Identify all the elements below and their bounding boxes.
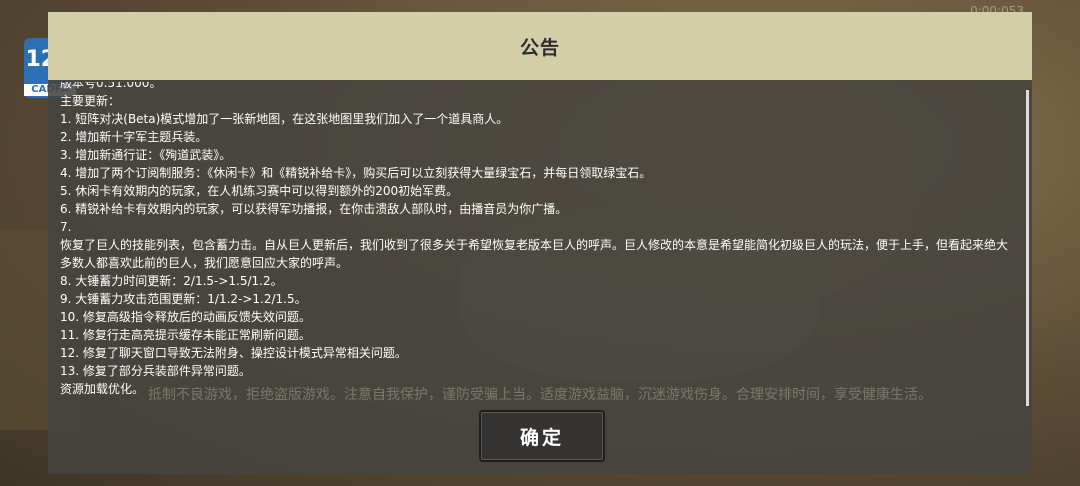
announcement-line: 13. 修复了部分兵装部件异常问题。 bbox=[60, 364, 251, 378]
confirm-button[interactable]: 确定 bbox=[479, 410, 605, 462]
announcement-content[interactable]: 版本号0.51.000。 主要更新： 1. 短阵对决(Beta)模式增加了一张新… bbox=[60, 82, 1018, 400]
announcement-line: 主要更新： bbox=[60, 94, 121, 108]
dialog-header: 公告 bbox=[48, 12, 1032, 80]
announcement-line: 5. 休闲卡有效期内的玩家，在人机练习赛中可以得到额外的200初始军费。 bbox=[60, 184, 459, 198]
announcement-line: 10. 修复高级指令释放后的动画反馈失效问题。 bbox=[60, 310, 311, 324]
dialog-title: 公告 bbox=[519, 36, 560, 59]
scrollbar-thumb[interactable] bbox=[1026, 90, 1029, 406]
health-notice-text: 抵制不良游戏，拒绝盗版游戏。注意自我保护，谨防受骗上当。适度游戏益脑，沉迷游戏伤… bbox=[148, 387, 932, 403]
announcement-dialog: 公告 版本号0.51.000。 主要更新： 1. 短阵对决(Beta)模式增加了… bbox=[48, 12, 1032, 474]
announcement-line: 1. 短阵对决(Beta)模式增加了一张新地图，在这张地图里我们加入了一个道具商… bbox=[60, 112, 509, 126]
announcement-line: 版本号0.51.000。 bbox=[60, 82, 162, 90]
announcement-line: 11. 修复行走高亮提示缓存未能正常刷新问题。 bbox=[60, 328, 311, 342]
announcement-line: 3. 增加新通行证：《殉道武装》。 bbox=[60, 148, 232, 162]
announcement-line: 4. 增加了两个订阅制服务：《休闲卡》和《精锐补给卡》，购买后可以立刻获得大量绿… bbox=[60, 166, 652, 180]
announcement-line: 6. 精锐补给卡有效期内的玩家，可以获得军功播报，在你击溃敌人部队时，由播音员为… bbox=[60, 202, 568, 216]
announcement-line: 恢复了巨人的技能列表，包含蓄力击。自从巨人更新后，我们收到了很多关于希望恢复老版… bbox=[60, 238, 1009, 270]
announcement-line: 12. 修复了聊天窗口导致无法附身、操控设计模式异常相关问题。 bbox=[60, 346, 407, 360]
announcement-line: 8. 大锤蓄力时间更新：2/1.5->1.5/1.2。 bbox=[60, 274, 283, 288]
announcement-line: 9. 大锤蓄力攻击范围更新：1/1.2->1.2/1.5。 bbox=[60, 292, 307, 306]
content-scrollbar[interactable] bbox=[1026, 90, 1029, 406]
announcement-line: 2. 增加新十字军主题兵装。 bbox=[60, 130, 208, 144]
announcement-line: 7. bbox=[60, 220, 72, 234]
